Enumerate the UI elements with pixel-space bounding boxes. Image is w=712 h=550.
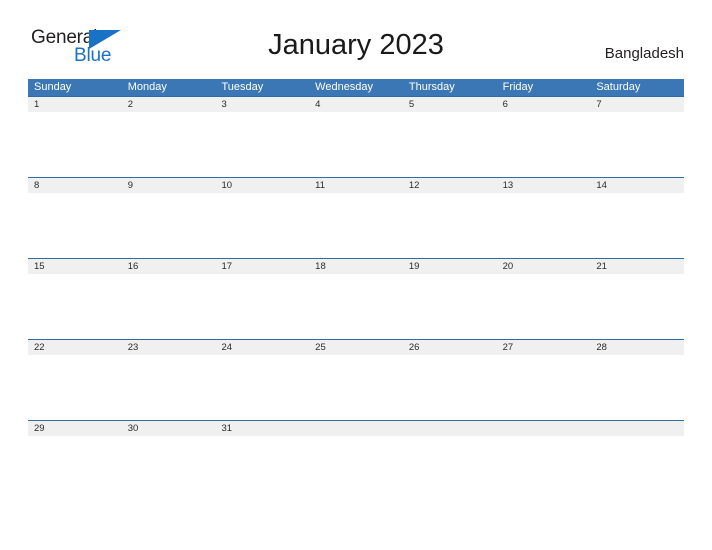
calendar-day-cell[interactable]: 10: [215, 178, 309, 193]
calendar-day-event-slot[interactable]: [309, 112, 403, 177]
calendar-day-event-slot[interactable]: [497, 112, 591, 177]
calendar-day-cell[interactable]: 5: [403, 97, 497, 112]
calendar-day-cell[interactable]: 14: [590, 178, 684, 193]
calendar-day-event-slot[interactable]: [497, 193, 591, 258]
calendar-day-cell[interactable]: 24: [215, 340, 309, 355]
calendar-day-event-slot[interactable]: [28, 436, 122, 501]
page-header: General Blue January 2023 Bangladesh: [0, 0, 712, 65]
calendar-day-cell[interactable]: 2: [122, 97, 216, 112]
calendar-day-event-slot[interactable]: [215, 355, 309, 420]
calendar-week-row: 15 16 17 18 19 20 21: [28, 258, 684, 339]
calendar-day-cell[interactable]: 19: [403, 259, 497, 274]
calendar-day-cell[interactable]: 11: [309, 178, 403, 193]
calendar-day-cell[interactable]: 17: [215, 259, 309, 274]
calendar-day-cell[interactable]: 13: [497, 178, 591, 193]
calendar-day-event-slot[interactable]: [122, 436, 216, 501]
calendar-week-row: 1 2 3 4 5 6 7: [28, 96, 684, 177]
calendar-day-cell[interactable]: 8: [28, 178, 122, 193]
calendar-day-event-slot[interactable]: [497, 274, 591, 339]
weekday-header-row: Sunday Monday Tuesday Wednesday Thursday…: [28, 79, 684, 96]
calendar-day-event-slot[interactable]: [590, 193, 684, 258]
calendar-day-event-slot[interactable]: [28, 193, 122, 258]
calendar-day-cell[interactable]: 12: [403, 178, 497, 193]
calendar-day-cell[interactable]: [309, 421, 403, 436]
calendar-day-event-slot[interactable]: [590, 355, 684, 420]
calendar-day-event-slot[interactable]: [590, 112, 684, 177]
calendar-day-event-slot[interactable]: [403, 274, 497, 339]
week-event-area: [28, 274, 684, 339]
calendar-day-event-slot[interactable]: [215, 193, 309, 258]
calendar-day-cell[interactable]: 3: [215, 97, 309, 112]
calendar-day-cell[interactable]: 20: [497, 259, 591, 274]
calendar-day-cell[interactable]: 7: [590, 97, 684, 112]
calendar-day-cell[interactable]: [590, 421, 684, 436]
country-label: Bangladesh: [604, 45, 684, 62]
calendar-day-event-slot[interactable]: [309, 436, 403, 501]
calendar-day-cell[interactable]: 15: [28, 259, 122, 274]
weekday-header-wednesday: Wednesday: [315, 81, 374, 93]
calendar-day-cell[interactable]: 16: [122, 259, 216, 274]
calendar-day-cell[interactable]: 22: [28, 340, 122, 355]
calendar-day-cell[interactable]: 23: [122, 340, 216, 355]
calendar-day-event-slot[interactable]: [309, 193, 403, 258]
calendar-day-event-slot[interactable]: [590, 274, 684, 339]
calendar-grid: Sunday Monday Tuesday Wednesday Thursday…: [28, 79, 684, 501]
weekday-header-monday: Monday: [127, 81, 167, 93]
calendar-day-cell[interactable]: [497, 421, 591, 436]
calendar-day-event-slot[interactable]: [403, 436, 497, 501]
calendar-week-row: 22 23 24 25 26 27 28: [28, 339, 684, 420]
calendar-day-event-slot[interactable]: [497, 436, 591, 501]
calendar-day-cell[interactable]: 4: [309, 97, 403, 112]
calendar-day-cell[interactable]: 1: [28, 97, 122, 112]
calendar-day-event-slot[interactable]: [309, 274, 403, 339]
calendar-day-event-slot[interactable]: [403, 193, 497, 258]
calendar-day-cell[interactable]: 31: [215, 421, 309, 436]
weekday-header-tuesday: Tuesday: [221, 81, 264, 93]
calendar-day-cell[interactable]: 29: [28, 421, 122, 436]
calendar-day-cell[interactable]: 26: [403, 340, 497, 355]
calendar-day-event-slot[interactable]: [403, 112, 497, 177]
calendar-week-row: 8 9 10 11 12 13 14: [28, 177, 684, 258]
calendar-day-event-slot[interactable]: [215, 112, 309, 177]
calendar-day-cell[interactable]: 6: [497, 97, 591, 112]
calendar-day-event-slot[interactable]: [122, 355, 216, 420]
calendar-day-event-slot[interactable]: [28, 112, 122, 177]
weekday-header-thursday: Thursday: [408, 81, 455, 93]
calendar-day-cell[interactable]: [403, 421, 497, 436]
calendar-day-cell[interactable]: 27: [497, 340, 591, 355]
calendar-day-event-slot[interactable]: [403, 355, 497, 420]
calendar-day-event-slot[interactable]: [28, 274, 122, 339]
weekday-header-friday: Friday: [502, 81, 534, 93]
week-event-area: [28, 193, 684, 258]
calendar-day-cell[interactable]: 9: [122, 178, 216, 193]
weekday-header-sunday: Sunday: [34, 81, 72, 93]
week-date-band: 15 16 17 18 19 20 21: [28, 259, 684, 274]
calendar-day-event-slot[interactable]: [497, 355, 591, 420]
calendar-day-event-slot[interactable]: [122, 112, 216, 177]
calendar-day-event-slot[interactable]: [309, 355, 403, 420]
weekday-header-saturday: Saturday: [596, 81, 641, 93]
week-date-band: 1 2 3 4 5 6 7: [28, 97, 684, 112]
calendar-day-event-slot[interactable]: [122, 193, 216, 258]
calendar-day-cell[interactable]: 28: [590, 340, 684, 355]
calendar-day-event-slot[interactable]: [590, 436, 684, 501]
week-date-band: 22 23 24 25 26 27 28: [28, 340, 684, 355]
calendar-day-event-slot[interactable]: [28, 355, 122, 420]
calendar-day-cell[interactable]: 30: [122, 421, 216, 436]
week-event-area: [28, 112, 684, 177]
calendar-week-row: 29 30 31: [28, 420, 684, 501]
calendar-day-cell[interactable]: 21: [590, 259, 684, 274]
week-event-area: [28, 436, 684, 501]
week-date-band: 8 9 10 11 12 13 14: [28, 178, 684, 193]
calendar-day-cell[interactable]: 25: [309, 340, 403, 355]
calendar-day-event-slot[interactable]: [122, 274, 216, 339]
calendar-day-cell[interactable]: 18: [309, 259, 403, 274]
week-event-area: [28, 355, 684, 420]
week-date-band: 29 30 31: [28, 421, 684, 436]
calendar-day-event-slot[interactable]: [215, 274, 309, 339]
calendar-day-event-slot[interactable]: [215, 436, 309, 501]
